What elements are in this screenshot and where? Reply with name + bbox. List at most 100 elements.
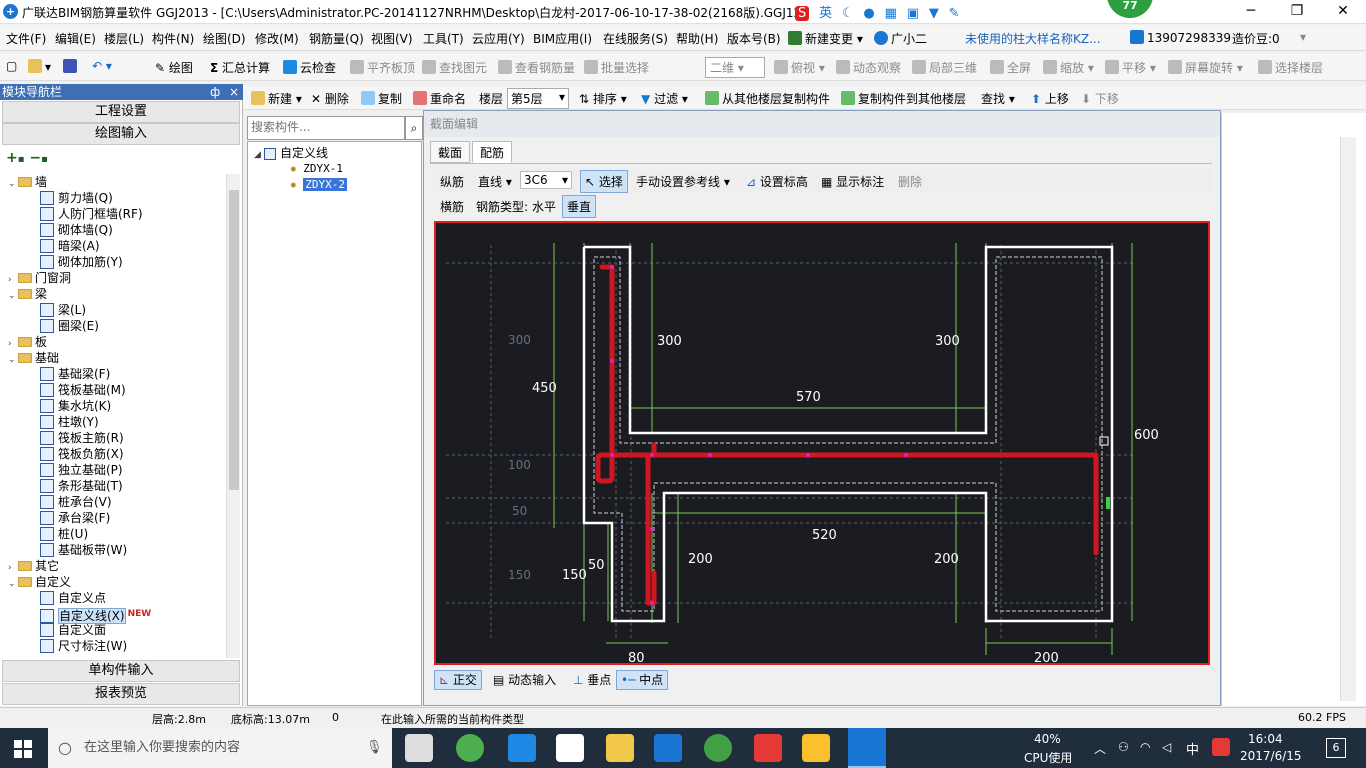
tree-item[interactable]: 剪力墙(Q) [40,190,113,206]
tree-item[interactable]: 筏板负筋(X) [40,446,124,462]
microphone-icon[interactable]: 🎙 [366,728,383,768]
list-item[interactable]: ✹ ZDYX-1 [290,161,343,177]
copy-component-button[interactable]: 复制 [361,90,402,107]
menu-cloud[interactable]: 云应用(Y) [472,30,525,47]
tree-folder[interactable]: › 其它 [8,558,59,574]
rebar-hook-left[interactable] [595,452,615,484]
rebar-shapes[interactable] [595,264,1099,606]
batch-select-button[interactable]: 批量选择 [584,59,649,76]
tree-item[interactable]: 自定义面 [40,622,106,638]
tree-folder[interactable]: › 板 [8,334,47,350]
tree-item[interactable]: 梁(L) [40,302,86,318]
tree-item[interactable]: 条形基础(T) [40,478,123,494]
select-floor-button[interactable]: 选择楼层 [1258,59,1323,76]
filter-button[interactable]: ▼ 过滤 ▾ [641,90,688,107]
file-explorer-icon[interactable] [606,734,634,762]
component-search-input[interactable] [248,117,398,137]
dynamic-view-button[interactable]: 动态观察 [836,59,901,76]
wrench-icon[interactable]: ✎ [949,6,960,21]
report-preview-button[interactable]: 报表预览 [2,683,240,705]
assistant-button[interactable]: 广小二 [874,30,927,47]
new-component-button[interactable]: 新建 ▾ [251,90,302,107]
right-scrollbar[interactable] [1340,137,1356,701]
tree-item-selected[interactable]: 自定义线(X) NEW [40,606,151,624]
people-icon[interactable]: ⚇ [1118,740,1129,754]
tab-section[interactable]: 截面 [430,141,471,163]
tree-folder[interactable]: ⌄ 自定义 [8,574,71,590]
line-type-select[interactable]: 直线 ▾ [478,173,512,190]
save-icon[interactable] [63,59,80,74]
menu-version[interactable]: 版本号(B) [727,30,781,47]
move-up-button[interactable]: ⬆ 上移 [1031,90,1069,107]
rotate-button[interactable]: 屏幕旋转 ▾ [1168,59,1243,76]
tree-folder[interactable]: ⌄ 基础 [8,350,59,366]
rename-component-button[interactable]: 重命名 [413,90,466,107]
store-icon[interactable] [556,734,584,762]
taskbar-search-box[interactable]: ○ 在这里输入你要搜索的内容 🎙 [48,728,392,768]
move-down-button[interactable]: ⬇ 下移 [1081,90,1119,107]
find-button[interactable]: 查找 ▾ [981,90,1015,107]
score-badge[interactable]: 77 [1107,0,1153,18]
moon-icon[interactable]: ☾ [842,6,854,21]
clock-time[interactable]: 16:04 [1248,732,1283,746]
user-account[interactable]: 13907298339 [1130,30,1231,45]
tree-item[interactable]: 基础板带(W) [40,542,127,558]
tree-item[interactable]: 自定义点 [40,590,106,606]
beans-label[interactable]: 造价豆:0 [1232,30,1280,47]
menu-help[interactable]: 帮助(H) [676,30,718,47]
open-file-icon[interactable]: ▾ [28,59,51,74]
glodon-red-icon[interactable] [754,734,782,762]
ggj-active-app-icon[interactable] [848,728,886,768]
sogou-tray-icon[interactable] [1212,738,1230,756]
expanded-chevron-icon[interactable]: ⌄ [8,288,18,304]
view-rebar-button[interactable]: 查看钢筋量 [498,59,575,76]
notice-link[interactable]: 未使用的柱大样名称KZ... [965,30,1101,47]
right-drawing-area[interactable] [1221,113,1366,706]
tree-item[interactable]: 砌体加筋(Y) [40,254,123,270]
horizontal-option[interactable]: 水平 [532,198,556,215]
edge-icon[interactable] [508,734,536,762]
maximize-button[interactable]: ❐ [1274,0,1320,24]
drawing-input-button[interactable]: 绘图输入 [2,123,240,145]
new-file-icon[interactable]: ▢ [6,59,17,73]
tree-item[interactable]: 柱墩(Y) [40,414,99,430]
wifi-icon[interactable]: ◠ [1140,740,1150,754]
ime-toolbar[interactable]: S 英 ☾ ● ▦ ▣ ▼ ✎ [795,2,975,22]
floor-select[interactable]: 第5层 ▾ [507,88,569,109]
tree-item[interactable]: 人防门框墙(RF) [40,206,143,222]
cloud-check-button[interactable]: 云检查 [283,59,336,76]
menu-rebar[interactable]: 钢筋量(Q) [309,30,364,47]
pan-button[interactable]: 平移 ▾ [1105,59,1156,76]
grid-icon[interactable]: ▣ [907,6,919,21]
glodon-green-icon[interactable] [704,734,732,762]
tree-item[interactable]: 尺寸标注(W) [40,638,127,654]
drawing-canvas[interactable]: 300 100 50 150 300 300 450 570 600 520 2… [434,221,1210,666]
project-settings-button[interactable]: 工程设置 [2,101,240,123]
input-language[interactable]: 中 [1186,739,1199,758]
tree-item[interactable]: 筏板主筋(R) [40,430,124,446]
tab-rebar[interactable]: 配筋 [472,141,513,163]
tree-item[interactable]: 砌体墙(Q) [40,222,113,238]
expanded-chevron-icon[interactable]: ⌄ [8,576,18,592]
list-root[interactable]: ◢ 自定义线 [254,145,328,161]
undo-icon[interactable]: ↶ ▾ [92,59,112,73]
menu-edit[interactable]: 编辑(E) [55,30,96,47]
tree-item[interactable]: 独立基础(P) [40,462,123,478]
tree-folder[interactable]: ⌄ 墙 [8,174,47,190]
tray-chevron-icon[interactable]: ︿ [1094,740,1106,757]
expanded-chevron-icon[interactable]: ⌄ [8,352,18,368]
draw-button[interactable]: ✎ 绘图 [155,59,193,76]
align-top-button[interactable]: 平齐板顶 [350,59,415,76]
navigator-close-icon[interactable]: × [229,84,239,100]
task-view-icon[interactable] [405,734,433,762]
tree-item[interactable]: 圈梁(E) [40,318,99,334]
show-label-button[interactable]: ▦ 显示标注 [821,173,884,190]
menu-online[interactable]: 在线服务(S) [603,30,668,47]
keyboard-icon[interactable]: ▦ [885,6,897,21]
menu-modify[interactable]: 修改(M) [255,30,299,47]
zoom-button[interactable]: 缩放 ▾ [1043,59,1094,76]
sort-button[interactable]: ⇅ 排序 ▾ [579,90,627,107]
sogou-icon[interactable]: S [795,6,810,21]
dynamic-input-toggle[interactable]: ▤ 动态输入 [488,670,561,690]
tree-item[interactable]: 桩(U) [40,526,88,542]
